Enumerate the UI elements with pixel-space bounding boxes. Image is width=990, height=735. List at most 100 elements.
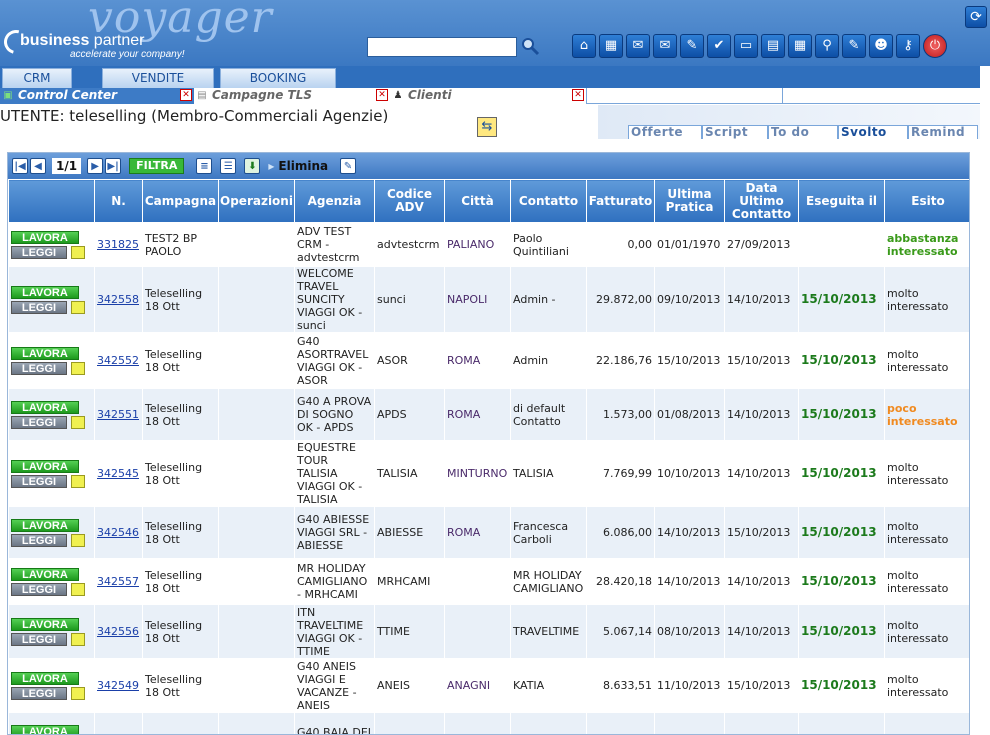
leggi-button[interactable]: LEGGI bbox=[11, 361, 67, 375]
row-number-link[interactable]: 342556 bbox=[97, 625, 139, 638]
tab-svolto[interactable]: Svolto bbox=[838, 125, 908, 139]
lavora-button[interactable]: LAVORA bbox=[11, 725, 79, 734]
column-header[interactable]: Agenzia bbox=[294, 179, 375, 223]
subtab-campagne-tls[interactable]: ▤ Campagne TLS ✕ bbox=[194, 88, 390, 104]
calculator-icon[interactable]: ▦ bbox=[788, 34, 812, 58]
close-icon[interactable]: ✕ bbox=[376, 89, 388, 101]
row-number-link[interactable]: 342545 bbox=[97, 467, 139, 480]
row-number-link[interactable]: 342546 bbox=[97, 526, 139, 539]
home-icon[interactable]: ⌂ bbox=[572, 34, 596, 58]
leggi-button[interactable]: LEGGI bbox=[11, 632, 67, 646]
list-icon[interactable]: ≡ bbox=[196, 158, 213, 174]
leggi-button[interactable]: LEGGI bbox=[11, 474, 67, 488]
lavora-button[interactable]: LAVORA bbox=[11, 617, 79, 631]
tab-remind[interactable]: Remind bbox=[908, 125, 978, 139]
column-header[interactable]: Fatturato bbox=[586, 179, 655, 223]
leggi-button[interactable]: LEGGI bbox=[11, 686, 67, 700]
subtab-control-center[interactable]: ▣ Control Center ✕ bbox=[0, 88, 194, 104]
row-number-link[interactable]: 342557 bbox=[97, 575, 139, 588]
leggi-button[interactable]: LEGGI bbox=[11, 582, 67, 596]
column-header[interactable]: Città bbox=[444, 179, 511, 223]
column-header[interactable]: Contatto bbox=[510, 179, 587, 223]
users-icon[interactable]: ☻ bbox=[869, 34, 893, 58]
refresh-icon[interactable]: ⟳ bbox=[965, 6, 987, 28]
note-icon[interactable] bbox=[71, 533, 85, 547]
row-number[interactable]: 342546 bbox=[94, 506, 143, 559]
power-icon[interactable]: ⏻ bbox=[923, 34, 947, 58]
row-number-link[interactable]: 342558 bbox=[97, 293, 139, 306]
export-icon[interactable]: ✎ bbox=[340, 158, 357, 174]
columns-icon[interactable]: ☰ bbox=[220, 158, 237, 174]
leggi-button[interactable]: LEGGI bbox=[11, 533, 67, 547]
swap-icon[interactable]: ⇆ bbox=[477, 117, 497, 137]
row-number[interactable]: 342551 bbox=[94, 388, 143, 441]
leggi-button[interactable]: LEGGI bbox=[11, 300, 67, 314]
row-number[interactable]: 342556 bbox=[94, 604, 143, 659]
row-number-link[interactable]: 342552 bbox=[97, 354, 139, 367]
row-number[interactable]: 342552 bbox=[94, 332, 143, 389]
elimina-button[interactable]: Elimina bbox=[278, 159, 328, 173]
tab-script[interactable]: Script bbox=[702, 125, 768, 139]
lavora-button[interactable]: LAVORA bbox=[11, 400, 79, 414]
last-page-icon[interactable]: ▶| bbox=[105, 158, 122, 174]
column-header[interactable]: Eseguita il bbox=[798, 179, 885, 223]
note-icon[interactable] bbox=[71, 474, 85, 488]
briefcase-icon[interactable]: ▭ bbox=[734, 34, 758, 58]
row-number[interactable]: 331825 bbox=[94, 222, 143, 267]
prev-page-icon[interactable]: ◀ bbox=[30, 158, 46, 174]
column-header[interactable]: Esito bbox=[884, 179, 969, 223]
lavora-button[interactable]: LAVORA bbox=[11, 459, 79, 473]
note-icon[interactable] bbox=[71, 245, 85, 259]
note-icon[interactable] bbox=[71, 415, 85, 429]
tab-crm[interactable]: CRM bbox=[2, 68, 72, 88]
tab-booking[interactable]: BOOKING bbox=[220, 68, 336, 88]
column-header[interactable]: Codice ADV bbox=[374, 179, 445, 223]
mail-out-icon[interactable]: ✉ bbox=[653, 34, 677, 58]
row-number[interactable]: 342549 bbox=[94, 658, 143, 713]
row-number[interactable]: 342557 bbox=[94, 558, 143, 605]
next-page-icon[interactable]: ▶ bbox=[87, 158, 104, 174]
note-icon[interactable] bbox=[71, 361, 85, 375]
close-icon[interactable]: ✕ bbox=[180, 89, 192, 101]
row-number[interactable]: 342545 bbox=[94, 440, 143, 507]
checklist-icon[interactable]: ✔ bbox=[707, 34, 731, 58]
lavora-button[interactable]: LAVORA bbox=[11, 285, 79, 299]
tab-todo[interactable]: To do bbox=[768, 125, 838, 139]
row-number-link[interactable]: 342549 bbox=[97, 679, 139, 692]
first-page-icon[interactable]: |◀ bbox=[12, 158, 28, 174]
calendar-icon[interactable]: ▦ bbox=[599, 34, 623, 58]
lavora-button[interactable]: LAVORA bbox=[11, 671, 79, 685]
row-number-link[interactable]: 342551 bbox=[97, 408, 139, 421]
note-icon[interactable] bbox=[71, 300, 85, 314]
magnifier-icon[interactable]: ⚲ bbox=[815, 34, 839, 58]
note-icon[interactable] bbox=[71, 632, 85, 646]
subtab-clienti[interactable]: ♟ Clienti ✕ bbox=[390, 88, 586, 104]
lavora-button[interactable]: LAVORA bbox=[11, 518, 79, 532]
row-number-link[interactable]: 331825 bbox=[97, 238, 139, 251]
key-icon[interactable]: ⚷ bbox=[896, 34, 920, 58]
row-number[interactable]: 342558 bbox=[94, 266, 143, 333]
filtra-button[interactable]: FILTRA bbox=[129, 158, 185, 174]
lavora-button[interactable]: LAVORA bbox=[11, 346, 79, 360]
agenda-icon[interactable]: ▤ bbox=[761, 34, 785, 58]
search-button[interactable] bbox=[520, 36, 540, 56]
pen-icon[interactable]: ✎ bbox=[680, 34, 704, 58]
tab-vendite[interactable]: VENDITE bbox=[102, 68, 214, 88]
edit-note-icon[interactable]: ✎ bbox=[842, 34, 866, 58]
search-input[interactable] bbox=[367, 37, 517, 57]
leggi-button[interactable]: LEGGI bbox=[11, 245, 67, 259]
note-icon[interactable] bbox=[71, 686, 85, 700]
column-header[interactable]: Data Ultimo Contatto bbox=[724, 179, 799, 223]
lavora-button[interactable]: LAVORA bbox=[11, 230, 79, 244]
leggi-button[interactable]: LEGGI bbox=[11, 415, 67, 429]
download-icon[interactable]: ⬇ bbox=[244, 158, 261, 174]
note-icon[interactable] bbox=[71, 582, 85, 596]
mail-in-icon[interactable]: ✉ bbox=[626, 34, 650, 58]
column-header[interactable]: N. bbox=[94, 179, 143, 223]
close-icon[interactable]: ✕ bbox=[572, 89, 584, 101]
column-header[interactable]: Campagna bbox=[142, 179, 219, 223]
row-number[interactable] bbox=[94, 712, 143, 734]
tab-offerte[interactable]: Offerte bbox=[628, 125, 702, 139]
column-header[interactable]: Operazioni bbox=[218, 179, 295, 223]
lavora-button[interactable]: LAVORA bbox=[11, 567, 79, 581]
